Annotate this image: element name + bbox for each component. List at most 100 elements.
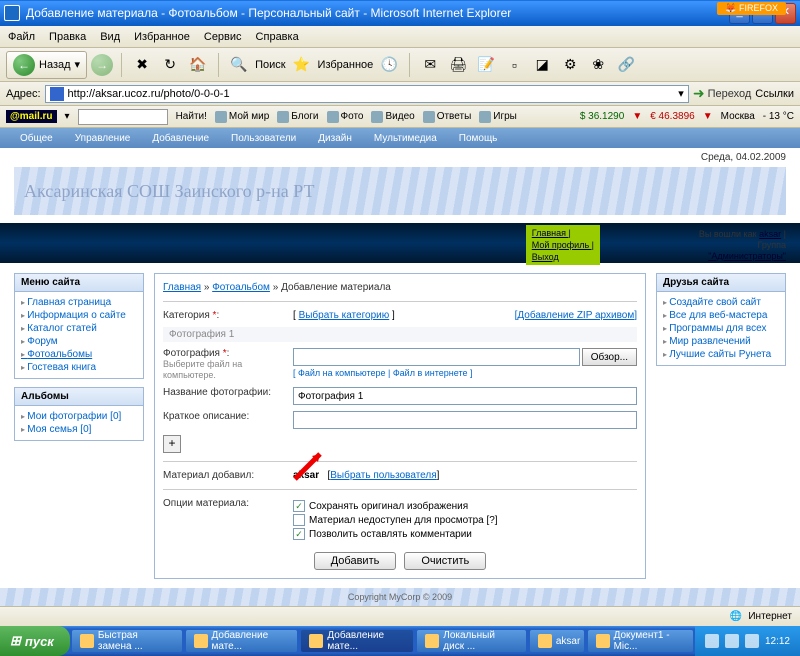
go-icon: ➜ (693, 85, 705, 102)
checkbox[interactable] (293, 514, 305, 526)
tool-icon[interactable]: ◪ (530, 53, 554, 77)
friend-link[interactable]: Лучшие сайты Рунета (663, 348, 779, 361)
tab-general[interactable]: Общее (10, 131, 63, 146)
reset-button[interactable]: Очистить (404, 552, 486, 570)
firefox-badge[interactable]: 🦊 FIREFOX (717, 2, 786, 15)
edit-icon[interactable]: 📝 (474, 53, 498, 77)
mail-icon[interactable]: ✉ (418, 53, 442, 77)
menu-favorites[interactable]: Избранное (134, 31, 190, 43)
sidebar-item[interactable]: Главная страница (21, 296, 137, 309)
search-icon[interactable]: 🔍 (227, 53, 251, 77)
album-item[interactable]: Моя семья [0] (21, 423, 137, 436)
mailru-logo[interactable]: @mail.ru (6, 110, 57, 123)
city[interactable]: Москва (721, 111, 755, 122)
menubar: Файл Правка Вид Избранное Сервис Справка (0, 26, 800, 48)
print-icon[interactable]: 🖨 (446, 53, 470, 77)
nav-profile[interactable]: Мой профиль | (532, 239, 594, 251)
right-sidebar: Друзья сайта Создайте свой сайт Все для … (656, 273, 786, 579)
checkbox[interactable]: ✓ (293, 528, 305, 540)
menu-edit[interactable]: Правка (49, 31, 86, 43)
photo-name-input[interactable] (293, 387, 637, 405)
go-button[interactable]: ➜ Переход (693, 85, 751, 102)
submit-button[interactable]: Добавить (314, 552, 397, 570)
friend-link[interactable]: Мир развлечений (663, 335, 779, 348)
tool-icon[interactable]: ❀ (586, 53, 610, 77)
chevron-down-icon[interactable]: ▾ (65, 111, 70, 122)
links-label[interactable]: Ссылки (755, 88, 794, 100)
menu-help[interactable]: Справка (256, 31, 299, 43)
tray-icon[interactable] (725, 634, 739, 648)
home-icon[interactable]: 🏠 (186, 53, 210, 77)
desc-input[interactable] (293, 411, 637, 429)
friend-link[interactable]: Создайте свой сайт (663, 296, 779, 309)
sidebar-item[interactable]: Каталог статей (21, 322, 137, 335)
chevron-down-icon[interactable]: ▾ (678, 87, 684, 100)
mailru-item[interactable]: Фото (327, 111, 364, 123)
tab-help[interactable]: Помощь (449, 131, 508, 146)
crumb-home[interactable]: Главная (163, 282, 201, 293)
tab-design[interactable]: Дизайн (308, 131, 362, 146)
browse-button[interactable]: Обзор... (582, 348, 637, 366)
start-button[interactable]: ⊞ пуск (0, 626, 70, 656)
checkbox[interactable]: ✓ (293, 500, 305, 512)
go-label: Переход (708, 88, 752, 100)
task-item[interactable]: Локальный диск ... (417, 630, 526, 652)
choose-user[interactable]: Выбрать пользователя (330, 470, 436, 481)
search-label[interactable]: Поиск (255, 59, 285, 71)
menu-view[interactable]: Вид (100, 31, 120, 43)
back-button[interactable]: ← Назад ▾ (6, 51, 87, 79)
mailru-item[interactable]: Игры (479, 111, 517, 123)
favorites-label[interactable]: Избранное (318, 59, 374, 71)
task-item[interactable]: Документ1 - Mic... (588, 630, 693, 652)
nav-logout[interactable]: Выход (532, 251, 594, 263)
mailru-item[interactable]: Блоги (277, 111, 318, 123)
task-item[interactable]: Быстрая замена ... (72, 630, 182, 652)
mailru-item[interactable]: Мой мир (215, 111, 269, 123)
friend-link[interactable]: Все для веб-мастера (663, 309, 779, 322)
nav-home[interactable]: Главная | (532, 227, 594, 239)
tool-icon[interactable]: 🔗 (614, 53, 638, 77)
menu-file[interactable]: Файл (8, 31, 35, 43)
user-link[interactable]: aksar (759, 229, 781, 239)
find-button[interactable]: Найти! (176, 111, 207, 122)
forward-button[interactable]: → (91, 54, 113, 76)
app-icon (596, 634, 610, 648)
history-icon[interactable]: 🕓 (377, 53, 401, 77)
tray-icon[interactable] (745, 634, 759, 648)
tab-multimedia[interactable]: Мультимедиа (364, 131, 447, 146)
refresh-icon[interactable]: ↻ (158, 53, 182, 77)
tab-users[interactable]: Пользователи (221, 131, 306, 146)
stop-icon[interactable]: ✖ (130, 53, 154, 77)
sidebar-item-photos[interactable]: Фотоальбомы (21, 348, 137, 361)
mailru-item[interactable]: Видео (371, 111, 414, 123)
address-input[interactable]: http://aksar.ucoz.ru/photo/0-0-0-1 ▾ (45, 85, 689, 103)
menu-tools[interactable]: Сервис (204, 31, 242, 43)
file-input[interactable] (293, 348, 580, 366)
task-item[interactable]: Добавление мате... (186, 630, 298, 652)
tool-icon[interactable]: ▫ (502, 53, 526, 77)
choose-category[interactable]: Выбрать категорию (299, 310, 390, 321)
task-item[interactable]: aksar (530, 630, 584, 652)
crumb-photo[interactable]: Фотоальбом (212, 282, 270, 293)
tray-icon[interactable] (705, 634, 719, 648)
sidebar-item[interactable]: Информация о сайте (21, 309, 137, 322)
file-location-links[interactable]: [ Файл на компьютере | Файл в интернете … (293, 368, 637, 378)
tool-icon[interactable]: ⚙ (558, 53, 582, 77)
album-item[interactable]: Мои фотографии [0] (21, 410, 137, 423)
separator (409, 53, 410, 77)
clock[interactable]: 12:12 (765, 636, 790, 647)
sidebar-item[interactable]: Гостевая книга (21, 361, 137, 374)
mailru-item[interactable]: Ответы (423, 111, 472, 123)
friend-link[interactable]: Программы для всех (663, 322, 779, 335)
header-strip: Главная | Мой профиль | Выход Вы вошли к… (0, 223, 800, 263)
tab-manage[interactable]: Управление (65, 131, 141, 146)
add-photo-button[interactable]: + (163, 435, 181, 453)
group-link[interactable]: "Администраторы" (708, 251, 786, 261)
zip-upload-link[interactable]: [Добавление ZIP архивом] (515, 310, 637, 321)
usd-rate: $ 36.1290 (580, 111, 625, 122)
sidebar-item[interactable]: Форум (21, 335, 137, 348)
favorites-icon[interactable]: ⭐ (290, 53, 314, 77)
tab-add[interactable]: Добавление (142, 131, 219, 146)
mailru-search[interactable] (78, 109, 168, 125)
task-item-active[interactable]: Добавление мате... (301, 630, 413, 652)
